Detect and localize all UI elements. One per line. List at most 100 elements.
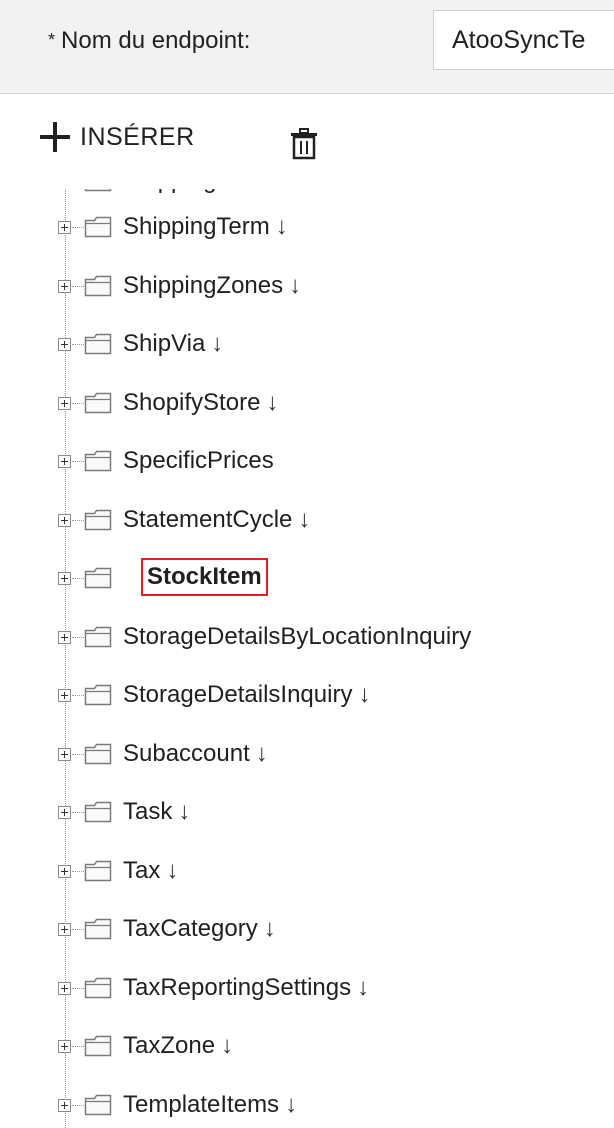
folder-icon [84,1094,112,1116]
plus-square-icon[interactable] [58,514,71,527]
tree-item-label: Task ↓ [123,795,190,829]
tree-item-label: StatementCycle ↓ [123,503,310,537]
tree-item[interactable]: TaxZone ↓ [0,1026,614,1066]
tree-item-text: TaxCategory [123,915,258,942]
folder-icon [84,216,112,238]
tree-item-partial[interactable]: ShippingRules [0,189,614,201]
folder-icon [84,567,112,589]
tree-item[interactable]: SpecificPrices [0,441,614,481]
insert-button-label: INSÉRER [80,122,195,151]
tree-item-text: Tax [123,857,161,884]
tree-item-text: ShippingZones [123,272,284,299]
tree-item[interactable]: Task ↓ [0,792,614,832]
tree-toolbar: INSÉRER [0,94,614,189]
plus-square-icon[interactable] [58,338,71,351]
plus-square-icon[interactable] [58,280,71,293]
sort-arrow-icon: ↓ [266,389,279,416]
tree-item[interactable]: ShippingZones ↓ [0,266,614,306]
tree-item-text: TaxReportingSettings [123,974,352,1001]
tree-item-label: ShippingRules [123,189,278,198]
tree-item[interactable]: TaxCategory ↓ [0,909,614,949]
plus-square-icon[interactable] [58,806,71,819]
tree-item-selected[interactable]: StockItem [0,558,614,598]
sort-arrow-icon: ↓ [166,857,179,884]
tree-connector [72,461,84,462]
folder-icon [84,743,112,765]
tree-connector [72,988,84,989]
sort-arrow-icon: ↓ [275,213,288,240]
insert-button[interactable]: INSÉRER [38,117,195,157]
tree-item-label: SpecificPrices [123,444,280,478]
folder-icon [84,189,112,192]
tree-item-label: Tax ↓ [123,854,178,888]
plus-square-icon[interactable] [58,1099,71,1112]
plus-square-icon[interactable] [58,631,71,644]
tree-connector [72,637,84,638]
tree-connector [72,695,84,696]
plus-square-icon[interactable] [58,982,71,995]
tree-connector [72,286,84,287]
endpoint-editor: * Nom du endpoint: AtooSyncTe INSÉRER Shi… [0,0,614,1128]
tree-item-text: StorageDetailsByLocationInquiry [123,623,472,650]
tree-item-label: StorageDetailsByLocationInquiry [123,620,477,654]
tree-item-label: StorageDetailsInquiry ↓ [123,678,370,712]
folder-icon [84,1035,112,1057]
tree-item[interactable]: ShopifyStore ↓ [0,383,614,423]
plus-square-icon[interactable] [58,1040,71,1053]
tree-item[interactable]: StorageDetailsByLocationInquiry [0,617,614,657]
tree-connector [72,871,84,872]
folder-icon [84,509,112,531]
tree-item[interactable]: TemplateItems ↓ [0,1085,614,1125]
tree-connector [72,227,84,228]
tree-item[interactable]: TaxReportingSettings ↓ [0,968,614,1008]
tree-item-label: ShippingZones ↓ [123,269,301,303]
plus-square-icon[interactable] [58,689,71,702]
tree-item-text: StockItem [147,563,262,590]
tree-item[interactable]: StorageDetailsInquiry ↓ [0,675,614,715]
tree-item-text: ShipVia [123,330,206,357]
tree-item-label: TaxReportingSettings ↓ [123,971,369,1005]
plus-square-icon[interactable] [58,572,71,585]
tree-item-label: TaxCategory ↓ [123,912,276,946]
endpoint-name-input[interactable]: AtooSyncTe [433,10,614,70]
tree-item[interactable]: StatementCycle ↓ [0,500,614,540]
tree-connector [72,344,84,345]
tree-item[interactable]: Subaccount ↓ [0,734,614,774]
delete-button[interactable] [291,128,317,160]
entity-tree: ShippingRules ShippingTerm↓ ShippingZone… [0,189,614,1128]
tree-item-label: ShipVia ↓ [123,327,223,361]
sort-arrow-icon: ↓ [178,798,191,825]
plus-square-icon[interactable] [58,865,71,878]
folder-icon [84,275,112,297]
tree-connector [72,403,84,404]
folder-icon [84,801,112,823]
tree-item-label: Subaccount ↓ [123,737,268,771]
tree-item-text: ShippingTerm [123,213,270,240]
endpoint-name-label-text: Nom du endpoint: [61,27,251,54]
sort-arrow-icon: ↓ [298,506,311,533]
plus-square-icon[interactable] [58,923,71,936]
folder-icon [84,333,112,355]
tree-item[interactable]: Tax ↓ [0,851,614,891]
plus-square-icon[interactable] [58,221,71,234]
tree-item-text: StorageDetailsInquiry [123,681,353,708]
plus-square-icon[interactable] [58,455,71,468]
folder-icon [84,626,112,648]
plus-square-icon[interactable] [58,397,71,410]
tree-item-text: Task [123,798,173,825]
sort-arrow-icon: ↓ [285,1091,298,1118]
endpoint-name-label: * Nom du endpoint: [48,24,250,57]
tree-item-text: StatementCycle [123,506,293,533]
tree-connector [72,1105,84,1106]
sort-arrow-icon: ↓ [263,915,276,942]
plus-square-icon[interactable] [58,748,71,761]
endpoint-name-row: * Nom du endpoint: AtooSyncTe [0,0,614,93]
tree-item-text: ShopifyStore [123,389,261,416]
tree-item[interactable]: ShipVia ↓ [0,324,614,364]
folder-icon [84,450,112,472]
folder-icon [84,860,112,882]
tree-connector [72,1046,84,1047]
sort-arrow-icon: ↓ [358,681,371,708]
folder-icon [84,977,112,999]
tree-item[interactable]: ShippingTerm ↓ [0,207,614,247]
